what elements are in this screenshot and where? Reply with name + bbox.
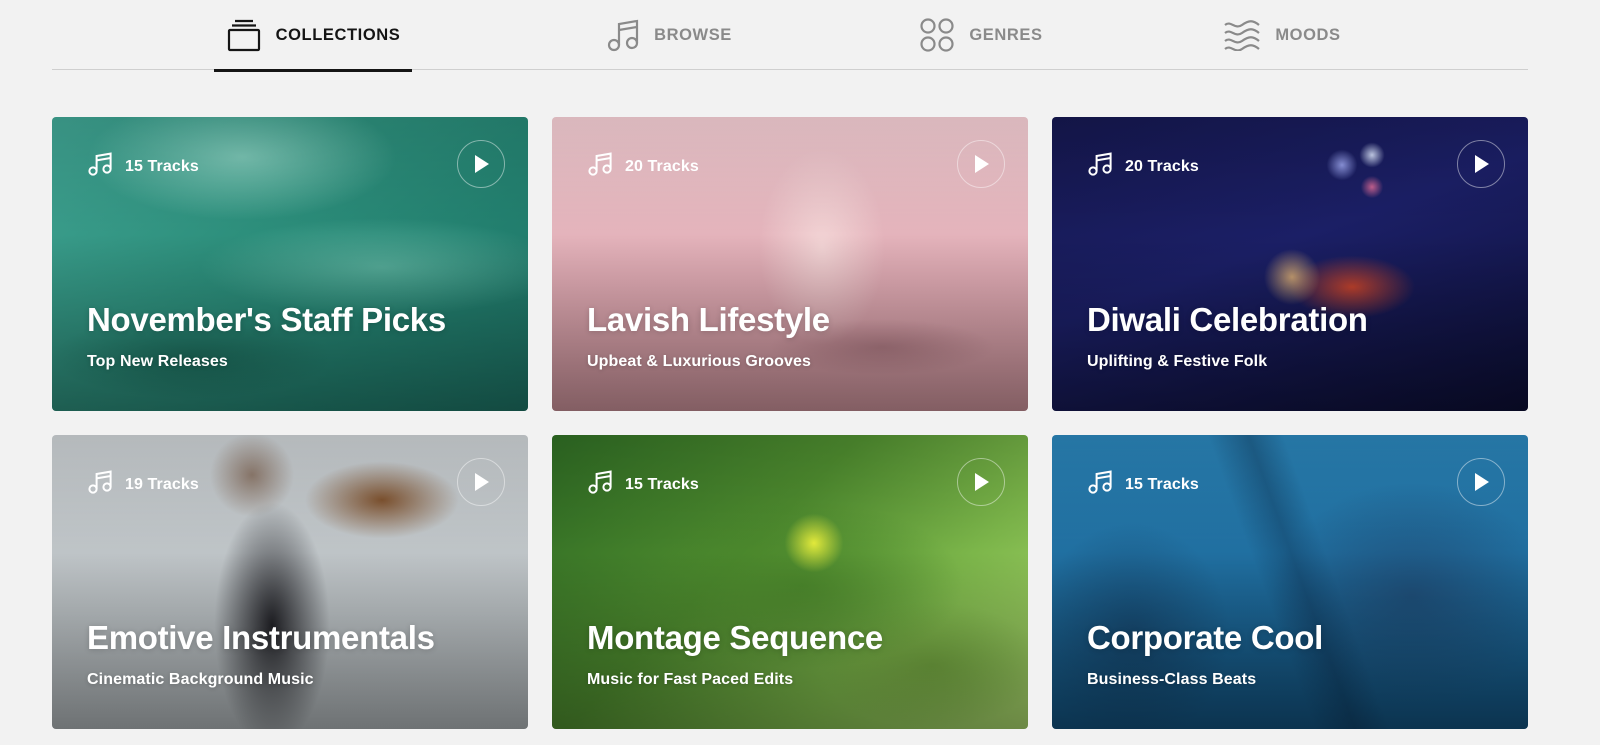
tab-moods[interactable]: MOODS [1212,0,1352,70]
music-note-icon [587,151,613,182]
collection-subtitle: Business-Class Beats [1087,671,1257,688]
track-count: 15 Tracks [625,475,699,493]
tab-genres[interactable]: GENRES [907,0,1055,70]
collection-subtitle: Music for Fast Paced Edits [587,671,794,688]
play-button[interactable] [957,140,1005,188]
music-note-icon [87,151,113,182]
tab-collections[interactable]: COLLECTIONS [214,0,412,72]
collection-title: Diwali Celebration [1087,301,1368,338]
music-note-icon [1087,151,1113,182]
track-count: 15 Tracks [1125,475,1199,493]
track-count: 15 Tracks [125,157,199,175]
music-note-icon [87,469,113,500]
play-button[interactable] [1457,458,1505,506]
collection-title: Lavish Lifestyle [587,301,830,338]
collection-card[interactable]: 20 Tracks Lavish Lifestyle Upbeat & Luxu… [552,117,1028,411]
collection-subtitle: Top New Releases [87,353,228,370]
collection-card[interactable]: 20 Tracks Diwali Celebration Uplifting &… [1052,117,1528,411]
tab-genres-label: GENRES [969,26,1043,45]
play-icon [1475,155,1489,173]
collection-title: Montage Sequence [587,619,883,656]
music-note-icon [1087,469,1113,500]
collection-card[interactable]: 15 Tracks Montage Sequence Music for Fas… [552,435,1028,729]
play-icon [975,155,989,173]
track-count: 20 Tracks [1125,157,1199,175]
tab-browse-label: BROWSE [654,26,732,45]
waves-icon [1223,19,1261,51]
collection-subtitle: Cinematic Background Music [87,671,314,688]
collection-card[interactable]: 15 Tracks Corporate Cool Business-Class … [1052,435,1528,729]
music-note-icon [587,469,613,500]
collection-card[interactable]: 15 Tracks November's Staff Picks Top New… [52,117,528,411]
collection-title: Corporate Cool [1087,619,1323,656]
collection-subtitle: Uplifting & Festive Folk [1087,353,1268,370]
tab-browse[interactable]: BROWSE [594,0,744,70]
grid-circles-icon [919,17,955,53]
track-count: 19 Tracks [125,475,199,493]
collections-icon [226,18,262,52]
tab-moods-label: MOODS [1275,26,1341,45]
collection-subtitle: Upbeat & Luxurious Grooves [587,353,811,370]
music-note-icon [606,18,640,52]
play-icon [475,473,489,491]
track-count: 20 Tracks [625,157,699,175]
play-icon [975,473,989,491]
collection-title: November's Staff Picks [87,301,446,338]
category-tabs: COLLECTIONS BROWSE GENRES MOODS [52,0,1528,72]
tab-collections-label: COLLECTIONS [275,26,401,45]
play-button[interactable] [957,458,1005,506]
play-button[interactable] [457,458,505,506]
play-button[interactable] [457,140,505,188]
play-button[interactable] [1457,140,1505,188]
collection-title: Emotive Instrumentals [87,619,435,656]
play-icon [475,155,489,173]
play-icon [1475,473,1489,491]
collections-grid: 15 Tracks November's Staff Picks Top New… [52,117,1528,729]
collection-card[interactable]: 19 Tracks Emotive Instrumentals Cinemati… [52,435,528,729]
